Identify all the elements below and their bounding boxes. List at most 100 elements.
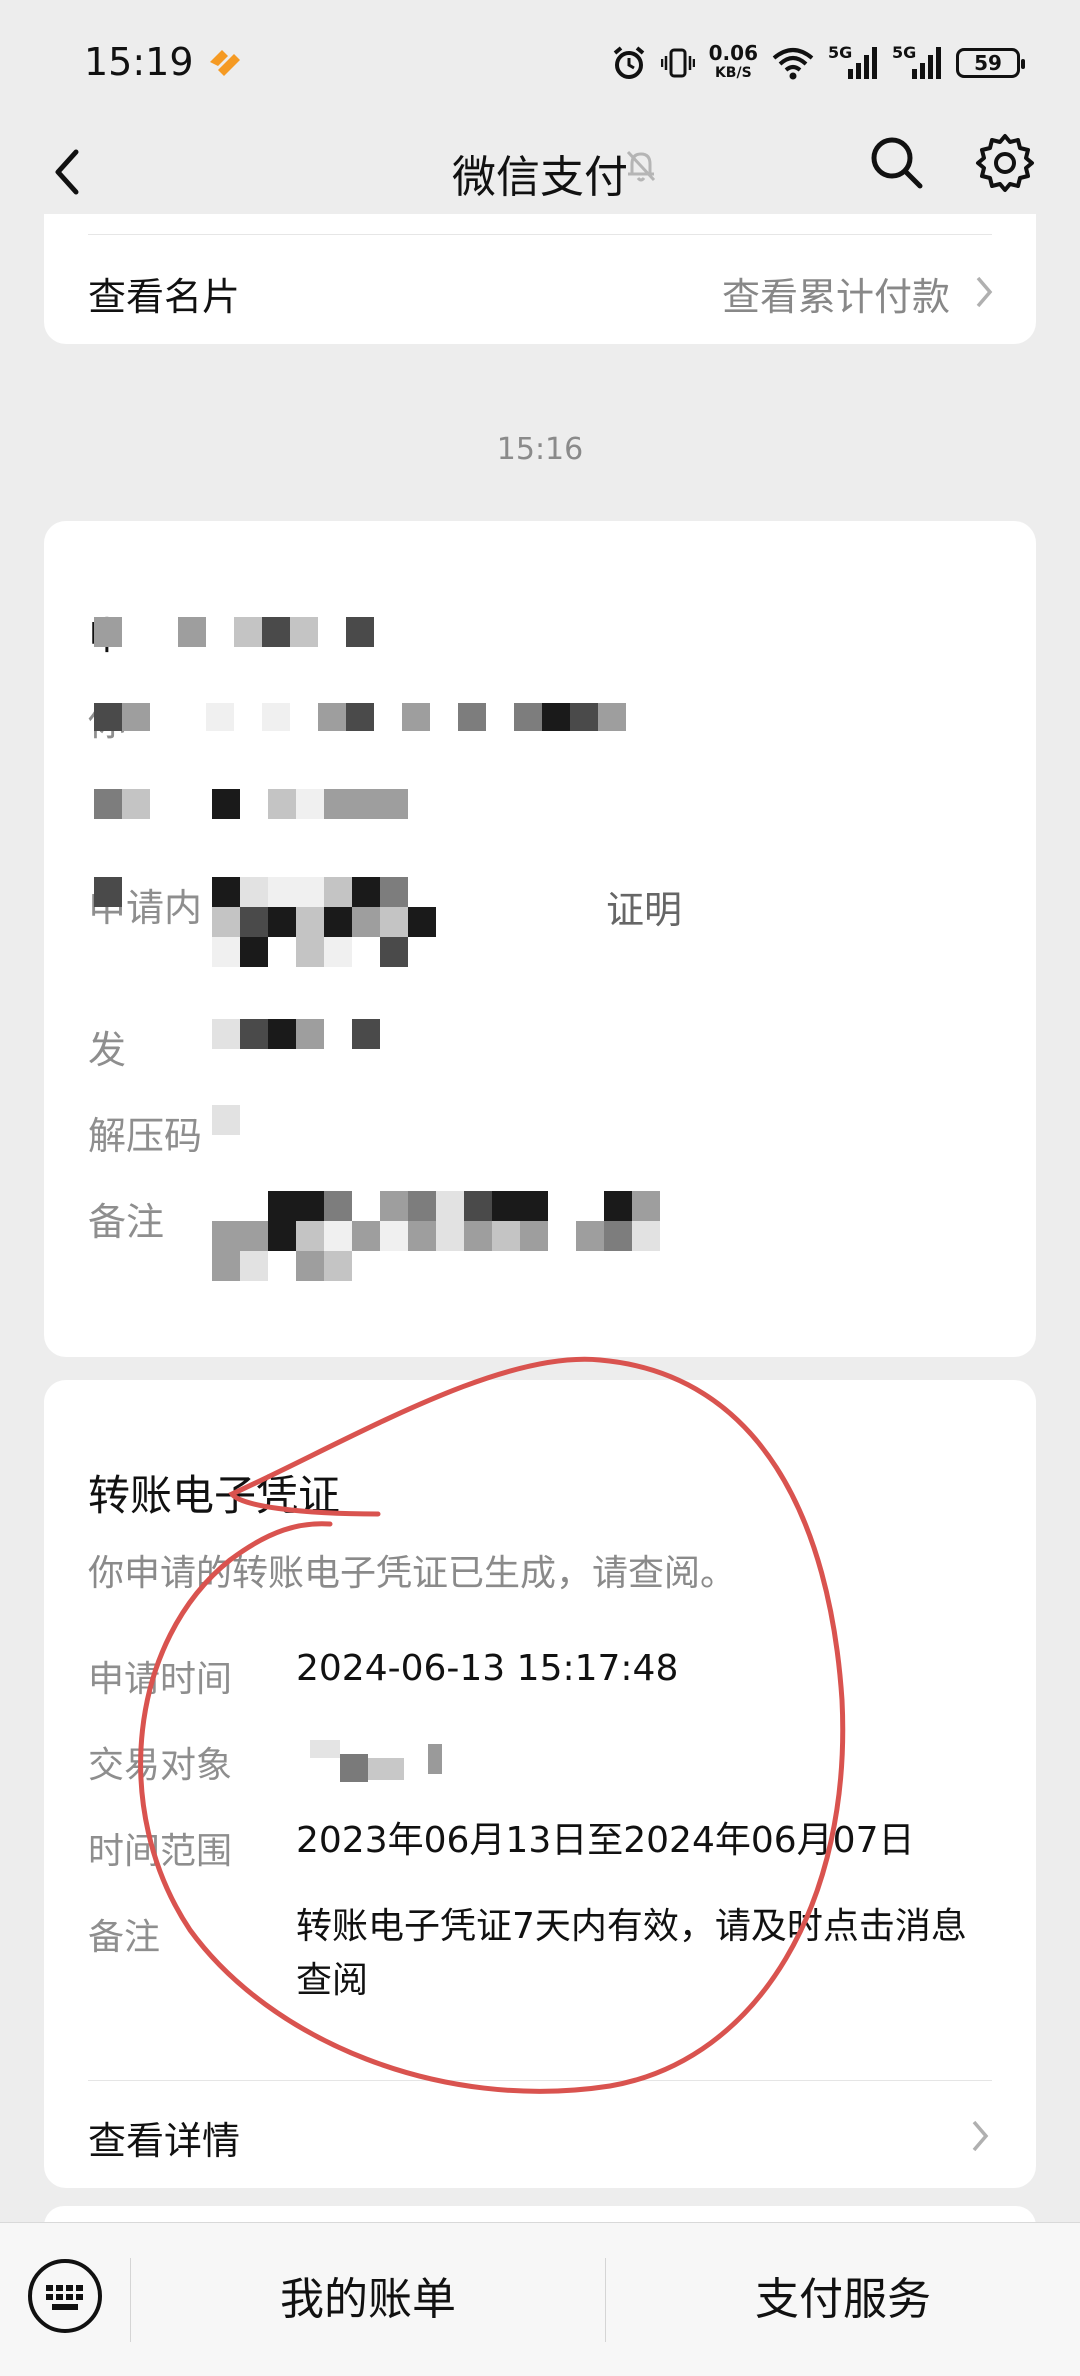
apply-time-value: 2024-06-13 15:17:48 [296,1648,679,1689]
mosaic-block [492,1191,520,1221]
redacted-label: 解压码 [88,1114,203,1158]
voucher-subtitle: 你申请的转账电子凭证已生成，请查阅。 [88,1553,737,1594]
mosaic-block [380,877,408,907]
mosaic-block [240,1019,268,1049]
mosaic-block [268,1221,296,1251]
mosaic-block [240,1221,268,1251]
divider [88,234,992,235]
signal-5g-1: 5G [828,43,878,83]
signal-icon [848,47,877,79]
mosaic-block [408,907,436,937]
mosaic-block [352,1221,380,1251]
remark-label: 备注 [88,1917,161,1958]
mosaic-block [296,1019,324,1049]
mosaic-block [436,1221,464,1251]
mosaic-block [212,1105,240,1135]
mosaic-block [296,789,324,819]
mosaic-block [262,617,290,647]
mosaic-block [296,1251,324,1281]
mosaic-block [122,789,150,819]
mosaic-block [632,1191,660,1221]
mosaic-block [212,877,240,907]
net-speed-unit: KB/S [714,65,752,81]
mosaic-block [352,789,380,819]
view-total-payment-link[interactable]: 查看累计付款 [722,266,950,321]
mosaic-block [408,1191,436,1221]
net-speed: 0.06 KB/S [709,43,758,83]
mosaic-block [296,1191,324,1221]
battery-level: 59 [974,51,1002,75]
mosaic-block [324,1191,352,1221]
mosaic-block [240,937,268,967]
mosaic-block [436,1191,464,1221]
voucher-title: 转账电子凭证 [88,1471,341,1520]
mosaic-block [296,1221,324,1251]
chevron-right-icon [976,276,993,308]
mosaic-block [324,789,352,819]
mosaic-block [268,1019,296,1049]
mosaic-block [352,877,380,907]
app-icon [210,50,240,76]
mosaic-block [268,877,296,907]
profile-card[interactable]: 查看名片 查看累计付款 [44,214,1036,344]
view-details-link[interactable]: 查看详情 [88,2110,240,2165]
mosaic-block [212,937,240,967]
mosaic-block [212,907,240,937]
mosaic-block [458,703,486,731]
mosaic-block [598,703,626,731]
mosaic-block [408,1221,436,1251]
alarm-icon [613,46,644,79]
mosaic-block [94,617,122,647]
keyboard-icon[interactable] [24,2255,106,2337]
redacted-label: 发 [88,1028,127,1072]
mosaic-block [464,1221,492,1251]
mosaic-block [234,617,262,647]
mosaic-block [514,703,542,731]
mosaic-block [542,703,570,731]
mosaic-block [380,1221,408,1251]
mosaic-block [324,1251,352,1281]
mosaic-block [346,703,374,731]
mosaic-block [604,1191,632,1221]
vibrate-icon [660,48,695,78]
mosaic-block [212,1251,240,1281]
mosaic-block [268,1191,296,1221]
battery-icon: 59 [956,48,1025,78]
mosaic-block [324,907,352,937]
remark-value: 转账电子凭证7天内有效，请及时点击消息查阅 [296,1906,967,2001]
mosaic-block [576,1221,604,1251]
wifi-icon [772,48,814,80]
status-icons: 0.06 KB/S 5G 5G 59 [611,38,1025,88]
mosaic-block [206,703,234,731]
mosaic-block [296,907,324,937]
payment-service-button[interactable]: 支付服务 [606,2258,1080,2342]
mosaic-block [604,1221,632,1251]
mosaic-block [178,617,206,647]
mosaic-block [122,703,150,731]
redacted-message-card[interactable]: 申 你 申请内 发 解压码 备注 证明 [44,521,1036,1357]
view-card-link[interactable]: 查看名片 [88,266,240,321]
mosaic-block [212,1221,240,1251]
my-bill-button[interactable]: 我的账单 [131,2258,605,2342]
mosaic-block [324,877,352,907]
mosaic-block [296,877,324,907]
bell-muted-icon [626,150,656,182]
time-range-label: 时间范围 [88,1831,233,1872]
partial-text: 证明 [606,888,683,932]
mosaic-block [492,1221,520,1251]
mosaic-block [212,789,240,819]
apply-time-label: 申请时间 [88,1659,233,1700]
mosaic-block [240,1251,268,1281]
mosaic-block [380,937,408,967]
mosaic-block [296,937,324,967]
search-icon[interactable] [866,132,926,192]
mosaic-block [324,937,352,967]
mosaic-block [380,907,408,937]
redacted-label: 备注 [88,1200,165,1244]
mosaic-block [94,703,122,731]
gear-icon[interactable] [974,132,1036,194]
mosaic-block [570,703,598,731]
mosaic-block [346,617,374,647]
divider [88,2080,992,2081]
mosaic-block [520,1191,548,1221]
